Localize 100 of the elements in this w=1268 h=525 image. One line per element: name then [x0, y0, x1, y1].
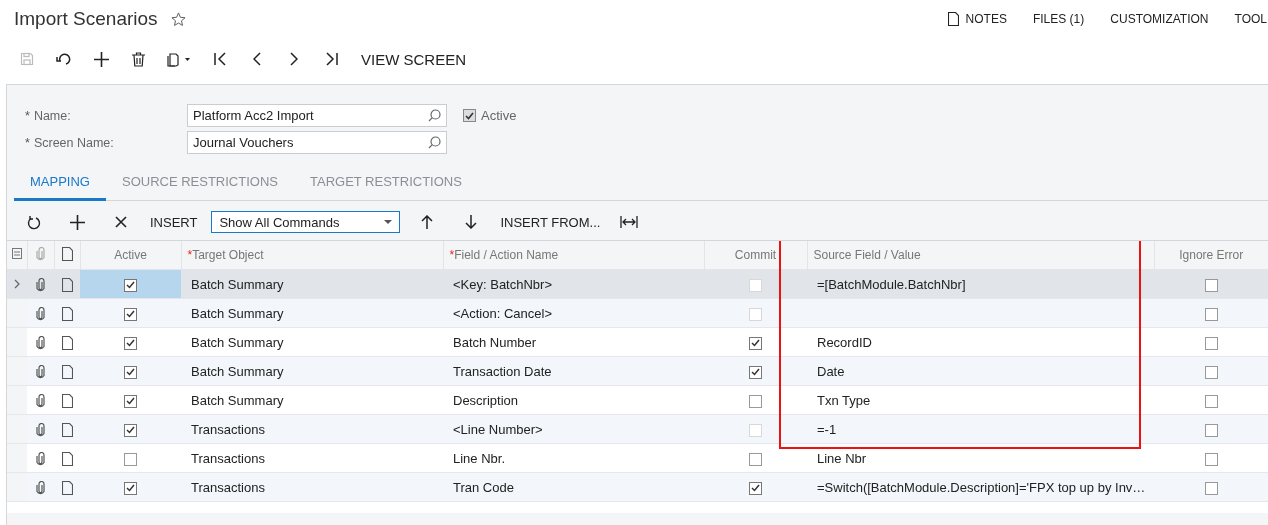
screen-name-label: Screen Name:	[33, 135, 114, 150]
paperclip-icon[interactable]	[36, 306, 45, 321]
tab[interactable]: MAPPING	[14, 166, 106, 201]
paperclip-icon[interactable]	[36, 335, 45, 350]
paperclip-icon[interactable]	[36, 246, 45, 261]
page-title: Import Scenarios	[14, 8, 158, 30]
required-mark: *	[187, 248, 193, 262]
active-checkbox[interactable]	[124, 394, 137, 408]
table-cell: Line Nbr.	[453, 450, 506, 466]
column-header[interactable]: Source Field / Value	[813, 248, 921, 262]
previous-icon	[253, 52, 261, 66]
header-link[interactable]: NOTES	[947, 12, 1007, 26]
next-icon	[290, 52, 298, 66]
ignore-error-checkbox[interactable]	[1204, 278, 1218, 292]
table-cell: Transactions	[191, 421, 265, 437]
table-cell: Batch Summary	[191, 276, 284, 292]
paperclip-icon[interactable]	[36, 393, 45, 408]
ignore-error-checkbox[interactable]	[1204, 394, 1218, 408]
save-icon	[20, 52, 34, 66]
add-icon	[93, 51, 109, 67]
note-icon[interactable]	[947, 12, 959, 26]
arrow-up-icon	[421, 215, 434, 229]
table-cell: =[BatchModule.BatchNbr]	[817, 276, 966, 292]
required-mark: *	[25, 108, 30, 123]
header-link[interactable]: TOOL	[1234, 12, 1267, 26]
paperclip-icon[interactable]	[36, 451, 45, 466]
ignore-error-checkbox[interactable]	[1204, 307, 1218, 321]
active-checkbox[interactable]	[124, 452, 137, 466]
note-icon[interactable]	[61, 480, 73, 495]
row-selector-icon	[11, 248, 22, 259]
ignore-error-checkbox[interactable]	[1204, 336, 1218, 350]
note-icon[interactable]	[61, 393, 73, 408]
paperclip-icon[interactable]	[36, 422, 45, 437]
commit-checkbox[interactable]	[749, 481, 762, 495]
first-page-icon	[213, 52, 227, 66]
table-cell: Batch Summary	[191, 334, 284, 350]
required-mark: *	[25, 135, 30, 150]
table-cell: Batch Number	[453, 334, 537, 350]
ignore-error-checkbox[interactable]	[1204, 452, 1218, 466]
table-cell: <Action: Cancel>	[453, 305, 552, 321]
trash-icon	[131, 51, 145, 67]
grid-toolbar-button[interactable]: INSERT	[150, 214, 198, 230]
table-cell: Line Nbr	[817, 450, 867, 466]
header-link[interactable]: CUSTOMIZATION	[1110, 12, 1209, 26]
last-page-icon	[324, 52, 338, 66]
search-icon[interactable]	[428, 109, 441, 122]
search-icon[interactable]	[428, 136, 441, 149]
commit-checkbox[interactable]	[749, 365, 762, 379]
name-field[interactable]: Platform Acc2 Import	[187, 104, 447, 127]
header-link[interactable]: FILES (1)	[1032, 12, 1085, 26]
column-header[interactable]: Active	[114, 248, 147, 262]
ignore-error-checkbox[interactable]	[1204, 423, 1218, 437]
column-header[interactable]: Target Object	[192, 248, 264, 262]
view-screen-button[interactable]: VIEW SCREEN	[361, 44, 466, 74]
ignore-error-checkbox[interactable]	[1204, 365, 1218, 379]
table-cell: Date	[817, 363, 845, 379]
table-cell: RecordID	[817, 334, 872, 350]
table-cell: Txn Type	[817, 392, 871, 408]
active-label: Active	[481, 108, 517, 123]
note-icon[interactable]	[61, 451, 73, 466]
ignore-error-checkbox[interactable]	[1204, 481, 1218, 495]
paperclip-icon[interactable]	[36, 480, 45, 495]
table-cell: <Key: BatchNbr>	[453, 276, 552, 292]
note-icon[interactable]	[61, 246, 73, 261]
paperclip-icon[interactable]	[36, 364, 45, 379]
active-checkbox[interactable]	[124, 423, 137, 437]
note-icon[interactable]	[61, 335, 73, 350]
commit-checkbox[interactable]	[749, 336, 762, 350]
table-cell: Batch Summary	[191, 392, 284, 408]
refresh-icon	[27, 214, 41, 230]
active-checkbox[interactable]	[124, 336, 137, 350]
fit-columns-icon	[620, 216, 639, 228]
command-dropdown[interactable]: Show All Commands	[211, 211, 401, 233]
screen-name-field[interactable]: Journal Vouchers	[187, 131, 447, 154]
column-header[interactable]: Field / Action Name	[454, 248, 559, 262]
paperclip-icon[interactable]	[36, 277, 45, 292]
active-checkbox[interactable]	[124, 278, 137, 292]
table-cell: Transactions	[191, 450, 265, 466]
table-cell: <Line Number>	[453, 421, 543, 437]
grid-toolbar-button[interactable]: INSERT FROM...	[500, 214, 601, 230]
undo-icon	[56, 52, 72, 66]
table-cell: Batch Summary	[191, 305, 284, 321]
required-mark: *	[449, 248, 455, 262]
active-checkbox[interactable]	[463, 109, 476, 122]
add-icon	[69, 214, 85, 230]
note-icon[interactable]	[61, 422, 73, 437]
table-cell: Tran Code	[453, 479, 514, 495]
commit-checkbox[interactable]	[749, 452, 762, 466]
table-cell: Transactions	[191, 479, 265, 495]
note-icon[interactable]	[61, 364, 73, 379]
active-checkbox[interactable]	[124, 307, 137, 321]
active-checkbox[interactable]	[124, 481, 137, 495]
table-cell: Transaction Date	[453, 363, 552, 379]
active-checkbox[interactable]	[124, 365, 137, 379]
star-icon[interactable]	[170, 11, 186, 27]
commit-checkbox[interactable]	[749, 394, 762, 408]
delete-icon	[114, 215, 128, 229]
note-icon[interactable]	[61, 306, 73, 321]
clipboard-icon	[167, 51, 191, 67]
name-label: Name:	[33, 108, 71, 123]
